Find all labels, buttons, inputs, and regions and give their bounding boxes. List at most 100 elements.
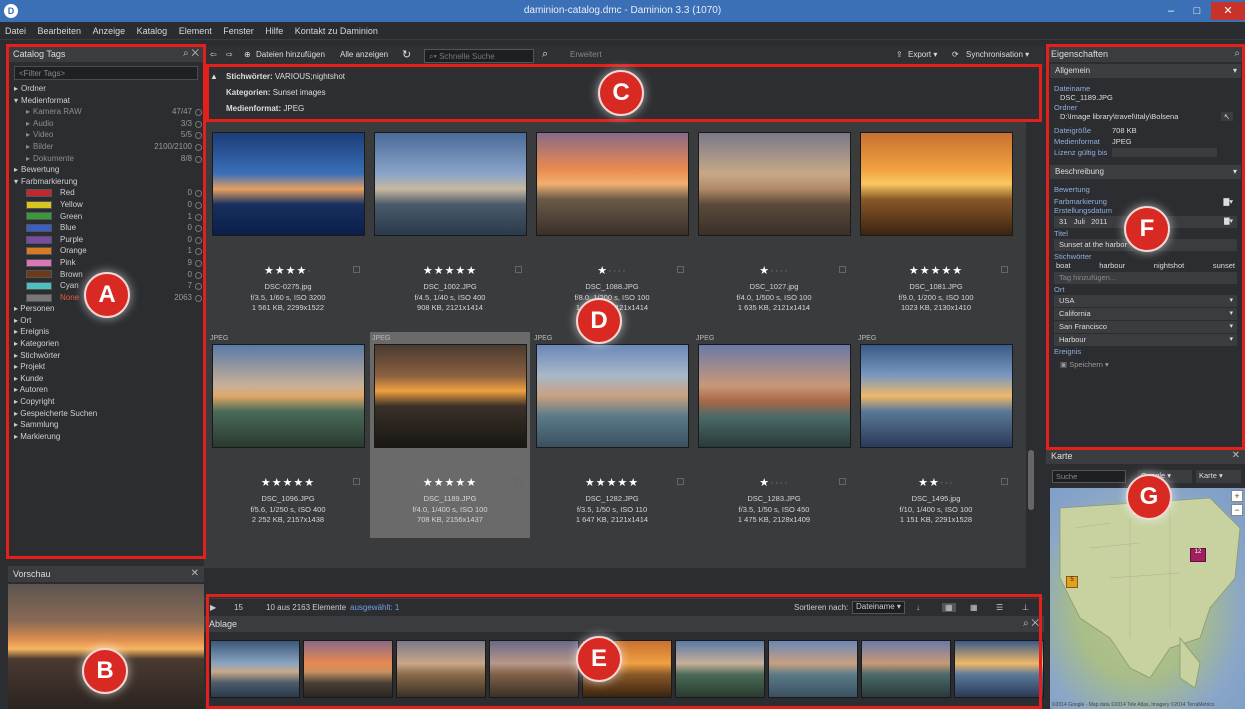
show-all-button[interactable]: Alle anzeigen [340,50,388,59]
play-icon[interactable]: ▶ [210,603,216,612]
place-location[interactable]: Harbour ▾ [1054,334,1237,346]
tree-item[interactable]: ▸ Video 5/5 [8,130,204,142]
menu-kontakt[interactable]: Kontakt zu Daminion [290,22,382,36]
expander-icon[interactable]: ▸ [14,165,18,174]
color-label-item[interactable]: Yellow 0 [8,200,204,212]
tree-item[interactable]: ▸ Dokumente 8/8 [8,154,204,166]
search-icon[interactable]: ⌕ [1023,618,1029,629]
rating-stars[interactable]: ★★★★★ [370,264,530,277]
tree-item[interactable]: ▸ Gespeicherte Suchen [8,409,204,421]
thumbnail-cell[interactable]: ★★★★★ DSC_1002.JPG f/4.5, 1/40 s, ISO 400 9… [370,120,530,326]
sync-button[interactable]: Synchronisation ▾ [966,50,1029,59]
search-icon[interactable]: ⌕ [183,48,189,59]
select-checkbox[interactable] [677,478,684,485]
menu-datei[interactable]: Datei [0,22,30,36]
color-label-item[interactable]: Purple 0 [8,235,204,247]
tag-checkbox[interactable] [195,132,202,140]
close-icon[interactable]: ✕ [1031,618,1039,629]
thumbnail-image[interactable] [374,344,527,448]
tree-item[interactable]: ▸ Kunde [8,374,204,386]
thumbnail-image[interactable] [212,344,365,448]
rating-stars[interactable]: ★★··· [856,476,1016,489]
tag-checkbox[interactable] [195,109,202,117]
close-button[interactable]: ✕ [1211,2,1245,20]
selected-count[interactable]: ausgewählt: 1 [350,603,399,612]
menu-katalog[interactable]: Katalog [132,22,172,36]
keyword-tag[interactable]: nightshot [1154,261,1184,271]
search-icon[interactable]: ⌕ [1234,48,1240,59]
thumbnail-image[interactable] [860,344,1013,448]
tree-view-icon[interactable]: ⊥ [1022,603,1029,612]
list-view-icon[interactable]: ☰ [996,603,1003,612]
thumbnail-image[interactable] [536,344,689,448]
thumbnail-image[interactable] [212,132,365,236]
tag-filter-input[interactable]: <Filter Tags> [14,66,198,80]
tree-item[interactable]: ▸ Copyright [8,397,204,409]
tag-checkbox[interactable] [195,283,202,291]
section-general[interactable]: Allgemein ▾ [1050,64,1241,78]
tree-item[interactable]: ▾ Medienformat [8,96,204,108]
thumbnail-image[interactable] [536,132,689,236]
thumbnail-cell[interactable]: JPEG ★★★★★ DSC_1096.JPG f/5.6, 1/250 s, ISO… [208,332,368,538]
filmstrip-thumbnail[interactable] [675,640,765,698]
rating-stars[interactable]: ★★★★★ [208,476,368,489]
filmstrip-thumbnail[interactable] [861,640,951,698]
thumbnail-image[interactable] [698,132,851,236]
back-arrow-icon[interactable]: ⇦ [210,50,217,59]
tree-item[interactable]: ▸ Ereignis [8,327,204,339]
tag-checkbox[interactable] [195,201,202,209]
thumbnail-image[interactable] [374,132,527,236]
tree-item[interactable]: ▸ Autoren [8,385,204,397]
tree-item[interactable]: ▾ Farbmarkierung [8,177,204,189]
keyword-tag[interactable]: harbour [1099,261,1125,271]
thumbnail-image[interactable] [860,132,1013,236]
save-button[interactable]: ▣ Speichern ▾ [1046,360,1245,370]
quick-search-input[interactable]: ⌕▾ Schnelle Suche [424,49,534,63]
select-checkbox[interactable] [677,266,684,273]
tag-checkbox[interactable] [195,155,202,163]
filmstrip-thumbnail[interactable] [303,640,393,698]
section-description[interactable]: Beschreibung ▾ [1050,165,1241,179]
filmstrip-thumbnail[interactable] [489,640,579,698]
thumbnail-cell[interactable]: ★★★★· DSC-0275.jpg f/3.5, 1/60 s, ISO 3200… [208,120,368,326]
expander-icon[interactable]: ▸ [26,130,30,139]
search-button-icon[interactable]: ⌕ [542,48,548,61]
thumbnail-view-icon[interactable]: ▦ [970,603,978,612]
extended-search-button[interactable]: Erweitert [570,50,602,59]
thumbnail-cell[interactable]: ★···· DSC_1027.jpg f/4.0, 1/500 s, ISO 100… [694,120,854,326]
menu-bearbeiten[interactable]: Bearbeiten [33,22,86,36]
grid-view-icon[interactable]: ▦ [942,603,956,612]
expander-icon[interactable]: ▸ [26,142,30,151]
thumbnail-cell[interactable]: ★★★★★ DSC_1081.JPG f/9.0, 1/200 s, ISO 100… [856,120,1016,326]
color-picker-icon[interactable]: ▇▾ [1223,197,1233,206]
thumbnail-cell[interactable]: JPEG ★★··· DSC_1495.jpg f/10, 1/400 s, ISO … [856,332,1016,538]
keyword-tag[interactable]: boat [1056,261,1071,271]
tag-checkbox[interactable] [195,248,202,256]
thumbnail-cell[interactable]: JPEG ★···· DSC_1283.JPG f/3.5, 1/50 s, ISO … [694,332,854,538]
tree-item[interactable]: ▸ Markierung [8,432,204,444]
color-label-item[interactable]: Orange 1 [8,246,204,258]
map-mode-select[interactable]: Karte ▾ [1196,470,1241,483]
tag-checkbox[interactable] [195,120,202,128]
tree-item[interactable]: ▸ Stichwörter [8,351,204,363]
tag-checkbox[interactable] [195,236,202,244]
map-marker-icon[interactable]: 5 [1066,576,1078,588]
expander-icon[interactable]: ▸ [26,119,30,128]
expander-icon[interactable]: ▸ [26,107,30,116]
color-label-item[interactable]: Red 0 [8,188,204,200]
tag-checkbox[interactable] [195,190,202,198]
export-button[interactable]: Export ▾ [908,50,937,59]
select-checkbox[interactable] [515,266,522,273]
tree-item[interactable]: ▸ Audio 3/3 [8,119,204,131]
menu-hilfe[interactable]: Hilfe [260,22,287,36]
expander-icon[interactable]: ▾ [14,96,18,105]
keyword-tag[interactable]: sunset [1213,261,1235,271]
tree-item[interactable]: ▸ Bewertung [8,165,204,177]
tree-item[interactable]: ▸ Ordner [8,84,204,96]
minimize-button[interactable]: – [1159,2,1183,20]
tree-item[interactable]: ▸ Kategorien [8,339,204,351]
tree-item[interactable]: ▸ Projekt [8,362,204,374]
tag-checkbox[interactable] [195,259,202,267]
thumbnail-cell[interactable]: JPEG ★★★★★ DSC_1282.JPG f/3.5, 1/50 s, ISO … [532,332,692,538]
color-label-item[interactable]: Green 1 [8,212,204,224]
